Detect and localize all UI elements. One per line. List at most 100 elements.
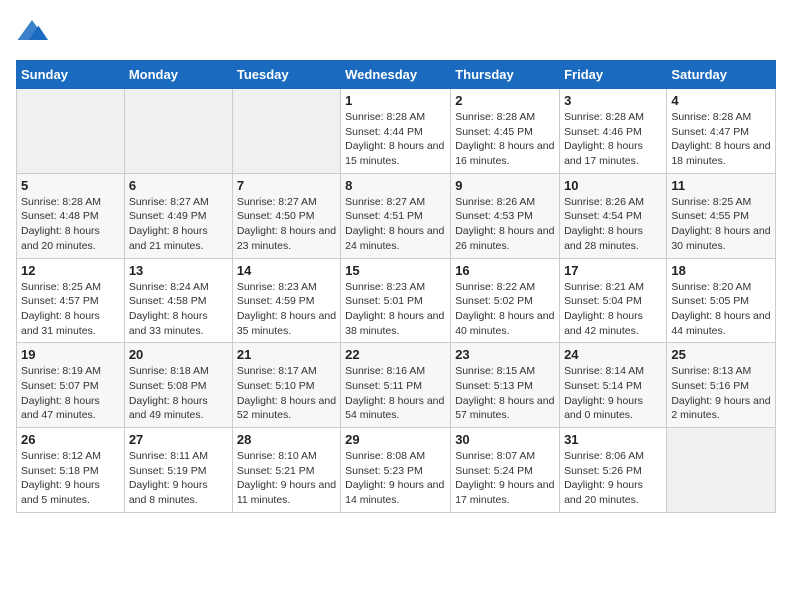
day-info: Sunrise: 8:20 AM Sunset: 5:05 PM Dayligh… xyxy=(671,280,771,339)
day-number: 14 xyxy=(237,263,336,278)
day-cell: 26 Sunrise: 8:12 AM Sunset: 5:18 PM Dayli… xyxy=(17,428,125,513)
day-cell: 2Sunrise: 8:28 AM Sunset: 4:45 PM Daylig… xyxy=(451,89,560,174)
day-cell: 18 Sunrise: 8:20 AM Sunset: 5:05 PM Dayli… xyxy=(667,258,776,343)
day-info: Sunrise: 8:28 AM Sunset: 4:47 PM Dayligh… xyxy=(671,110,771,169)
day-number: 13 xyxy=(129,263,228,278)
week-row-3: 12 Sunrise: 8:25 AM Sunset: 4:57 PM Dayli… xyxy=(17,258,776,343)
day-info: Sunrise: 8:26 AM Sunset: 4:53 PM Dayligh… xyxy=(455,195,555,254)
day-header-saturday: Saturday xyxy=(667,61,776,89)
day-cell: 11 Sunrise: 8:25 AM Sunset: 4:55 PM Dayli… xyxy=(667,173,776,258)
day-number: 5 xyxy=(21,178,120,193)
day-info: Sunrise: 8:27 AM Sunset: 4:50 PM Dayligh… xyxy=(237,195,336,254)
day-number: 12 xyxy=(21,263,120,278)
day-cell: 10Sunrise: 8:26 AM Sunset: 4:54 PM Dayli… xyxy=(560,173,667,258)
day-number: 25 xyxy=(671,347,771,362)
week-row-5: 26 Sunrise: 8:12 AM Sunset: 5:18 PM Dayli… xyxy=(17,428,776,513)
day-info: Sunrise: 8:18 AM Sunset: 5:08 PM Dayligh… xyxy=(129,364,228,423)
day-number: 4 xyxy=(671,93,771,108)
day-info: Sunrise: 8:08 AM Sunset: 5:23 PM Dayligh… xyxy=(345,449,446,508)
day-cell: 13 Sunrise: 8:24 AM Sunset: 4:58 PM Dayli… xyxy=(124,258,232,343)
day-number: 21 xyxy=(237,347,336,362)
day-number: 17 xyxy=(564,263,662,278)
day-number: 6 xyxy=(129,178,228,193)
day-info: Sunrise: 8:23 AM Sunset: 4:59 PM Dayligh… xyxy=(237,280,336,339)
day-cell: 28Sunrise: 8:10 AM Sunset: 5:21 PM Dayli… xyxy=(232,428,340,513)
day-cell: 6Sunrise: 8:27 AM Sunset: 4:49 PM Daylig… xyxy=(124,173,232,258)
day-number: 28 xyxy=(237,432,336,447)
day-cell: 24Sunrise: 8:14 AM Sunset: 5:14 PM Dayli… xyxy=(560,343,667,428)
day-info: Sunrise: 8:25 AM Sunset: 4:57 PM Dayligh… xyxy=(21,280,120,339)
week-row-1: 1 Sunrise: 8:28 AM Sunset: 4:44 PM Daylig… xyxy=(17,89,776,174)
day-info: Sunrise: 8:15 AM Sunset: 5:13 PM Dayligh… xyxy=(455,364,555,423)
day-number: 22 xyxy=(345,347,446,362)
day-info: Sunrise: 8:28 AM Sunset: 4:45 PM Dayligh… xyxy=(455,110,555,169)
day-cell xyxy=(667,428,776,513)
day-cell: 25 Sunrise: 8:13 AM Sunset: 5:16 PM Dayli… xyxy=(667,343,776,428)
day-cell: 23 Sunrise: 8:15 AM Sunset: 5:13 PM Dayli… xyxy=(451,343,560,428)
day-cell: 9 Sunrise: 8:26 AM Sunset: 4:53 PM Daylig… xyxy=(451,173,560,258)
day-number: 24 xyxy=(564,347,662,362)
day-cell: 29 Sunrise: 8:08 AM Sunset: 5:23 PM Dayli… xyxy=(341,428,451,513)
day-cell: 30Sunrise: 8:07 AM Sunset: 5:24 PM Dayli… xyxy=(451,428,560,513)
day-info: Sunrise: 8:27 AM Sunset: 4:51 PM Dayligh… xyxy=(345,195,446,254)
logo xyxy=(16,16,52,48)
day-cell: 22 Sunrise: 8:16 AM Sunset: 5:11 PM Dayli… xyxy=(341,343,451,428)
day-info: Sunrise: 8:16 AM Sunset: 5:11 PM Dayligh… xyxy=(345,364,446,423)
day-number: 8 xyxy=(345,178,446,193)
day-cell: 14 Sunrise: 8:23 AM Sunset: 4:59 PM Dayli… xyxy=(232,258,340,343)
calendar-table: SundayMondayTuesdayWednesdayThursdayFrid… xyxy=(16,60,776,513)
page-header xyxy=(16,16,776,48)
day-header-friday: Friday xyxy=(560,61,667,89)
day-number: 1 xyxy=(345,93,446,108)
day-number: 23 xyxy=(455,347,555,362)
day-info: Sunrise: 8:06 AM Sunset: 5:26 PM Dayligh… xyxy=(564,449,662,508)
day-info: Sunrise: 8:24 AM Sunset: 4:58 PM Dayligh… xyxy=(129,280,228,339)
day-cell: 31 Sunrise: 8:06 AM Sunset: 5:26 PM Dayli… xyxy=(560,428,667,513)
day-info: Sunrise: 8:07 AM Sunset: 5:24 PM Dayligh… xyxy=(455,449,555,508)
days-header-row: SundayMondayTuesdayWednesdayThursdayFrid… xyxy=(17,61,776,89)
day-cell: 21 Sunrise: 8:17 AM Sunset: 5:10 PM Dayli… xyxy=(232,343,340,428)
day-cell: 7 Sunrise: 8:27 AM Sunset: 4:50 PM Daylig… xyxy=(232,173,340,258)
day-cell: 16Sunrise: 8:22 AM Sunset: 5:02 PM Dayli… xyxy=(451,258,560,343)
day-info: Sunrise: 8:12 AM Sunset: 5:18 PM Dayligh… xyxy=(21,449,120,508)
day-header-monday: Monday xyxy=(124,61,232,89)
day-number: 27 xyxy=(129,432,228,447)
day-cell: 27 Sunrise: 8:11 AM Sunset: 5:19 PM Dayli… xyxy=(124,428,232,513)
day-number: 16 xyxy=(455,263,555,278)
day-info: Sunrise: 8:28 AM Sunset: 4:46 PM Dayligh… xyxy=(564,110,662,169)
day-number: 29 xyxy=(345,432,446,447)
day-number: 18 xyxy=(671,263,771,278)
day-info: Sunrise: 8:23 AM Sunset: 5:01 PM Dayligh… xyxy=(345,280,446,339)
day-number: 7 xyxy=(237,178,336,193)
day-cell: 1 Sunrise: 8:28 AM Sunset: 4:44 PM Daylig… xyxy=(341,89,451,174)
day-number: 26 xyxy=(21,432,120,447)
day-header-tuesday: Tuesday xyxy=(232,61,340,89)
day-number: 20 xyxy=(129,347,228,362)
day-info: Sunrise: 8:11 AM Sunset: 5:19 PM Dayligh… xyxy=(129,449,228,508)
day-info: Sunrise: 8:25 AM Sunset: 4:55 PM Dayligh… xyxy=(671,195,771,254)
day-info: Sunrise: 8:17 AM Sunset: 5:10 PM Dayligh… xyxy=(237,364,336,423)
day-number: 31 xyxy=(564,432,662,447)
day-number: 15 xyxy=(345,263,446,278)
day-number: 11 xyxy=(671,178,771,193)
day-number: 9 xyxy=(455,178,555,193)
day-cell: 5Sunrise: 8:28 AM Sunset: 4:48 PM Daylig… xyxy=(17,173,125,258)
day-cell: 12 Sunrise: 8:25 AM Sunset: 4:57 PM Dayli… xyxy=(17,258,125,343)
day-cell: 3Sunrise: 8:28 AM Sunset: 4:46 PM Daylig… xyxy=(560,89,667,174)
day-info: Sunrise: 8:21 AM Sunset: 5:04 PM Dayligh… xyxy=(564,280,662,339)
day-header-sunday: Sunday xyxy=(17,61,125,89)
day-cell: 8 Sunrise: 8:27 AM Sunset: 4:51 PM Daylig… xyxy=(341,173,451,258)
day-number: 19 xyxy=(21,347,120,362)
day-header-wednesday: Wednesday xyxy=(341,61,451,89)
day-cell: 17 Sunrise: 8:21 AM Sunset: 5:04 PM Dayli… xyxy=(560,258,667,343)
week-row-2: 5Sunrise: 8:28 AM Sunset: 4:48 PM Daylig… xyxy=(17,173,776,258)
day-cell: 4 Sunrise: 8:28 AM Sunset: 4:47 PM Daylig… xyxy=(667,89,776,174)
logo-icon xyxy=(16,16,48,48)
day-cell: 15 Sunrise: 8:23 AM Sunset: 5:01 PM Dayli… xyxy=(341,258,451,343)
day-cell: 19Sunrise: 8:19 AM Sunset: 5:07 PM Dayli… xyxy=(17,343,125,428)
day-cell xyxy=(232,89,340,174)
day-info: Sunrise: 8:26 AM Sunset: 4:54 PM Dayligh… xyxy=(564,195,662,254)
week-row-4: 19Sunrise: 8:19 AM Sunset: 5:07 PM Dayli… xyxy=(17,343,776,428)
day-info: Sunrise: 8:13 AM Sunset: 5:16 PM Dayligh… xyxy=(671,364,771,423)
day-info: Sunrise: 8:28 AM Sunset: 4:44 PM Dayligh… xyxy=(345,110,446,169)
